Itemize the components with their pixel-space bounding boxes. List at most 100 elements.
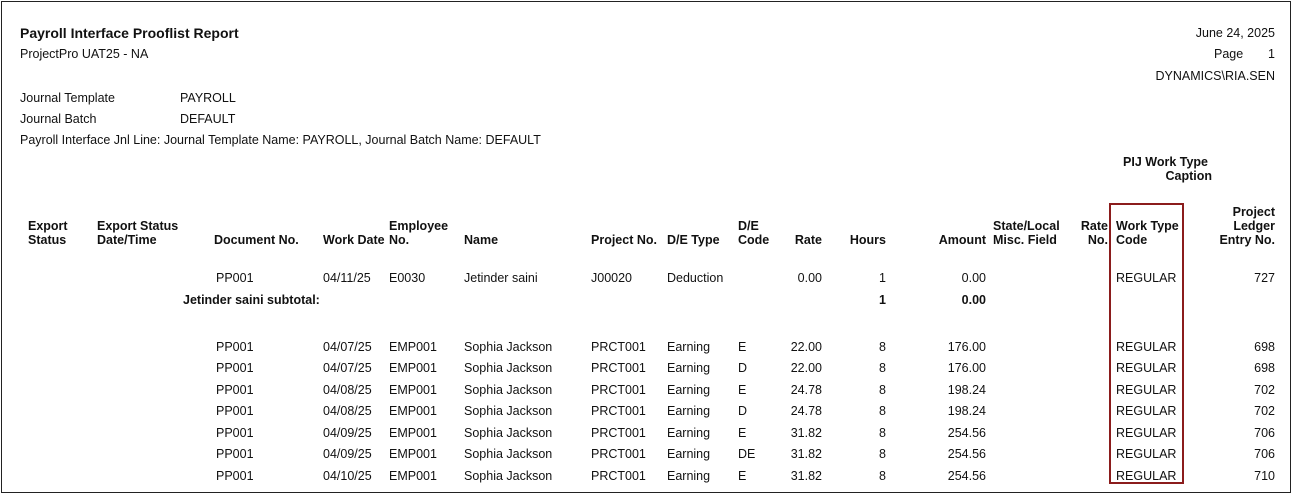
- cell-employee-no: EMP001: [389, 426, 437, 440]
- cell-hours: 8: [879, 469, 886, 483]
- table-row: PP001 04/08/25 EMP001 Sophia Jackson PRC…: [0, 404, 1294, 422]
- header-employee-line1: Employee: [389, 219, 449, 233]
- subtotal-row: Jetinder saini subtotal: 1 0.00: [0, 293, 1294, 311]
- cell-document-no: PP001: [216, 271, 254, 285]
- report-date: June 24, 2025: [1195, 26, 1275, 40]
- subtotal-label: Jetinder saini subtotal:: [183, 293, 320, 307]
- cell-de-type: Earning: [667, 426, 711, 440]
- header-rate-no: Rate No.: [1081, 219, 1108, 247]
- header-de-code-line2: Code: [738, 233, 770, 247]
- page-number: 1: [1268, 47, 1275, 61]
- cell-document-no: PP001: [216, 426, 254, 440]
- cell-amount: 0.00: [961, 271, 986, 285]
- cell-name: Jetinder saini: [464, 271, 538, 285]
- cell-employee-no: EMP001: [389, 383, 437, 397]
- cell-de-code: DE: [738, 447, 756, 461]
- header-export-datetime-line2: Date/Time: [97, 233, 157, 247]
- cell-hours: 8: [879, 404, 886, 418]
- journal-template-label: Journal Template: [20, 91, 115, 105]
- cell-employee-no: EMP001: [389, 404, 437, 418]
- cell-de-code: D: [738, 404, 748, 418]
- cell-project-no: J00020: [591, 271, 633, 285]
- header-amount: Amount: [938, 233, 986, 247]
- cell-work-date: 04/09/25: [323, 447, 372, 461]
- report-user: DYNAMICS\RIA.SEN: [1155, 69, 1275, 83]
- table-row: PP001 04/10/25 EMP001 Sophia Jackson PRC…: [0, 469, 1294, 487]
- cell-employee-no: EMP001: [389, 361, 437, 375]
- header-de-code: D/E Code: [738, 219, 769, 247]
- cell-work-date: 04/07/25: [323, 361, 372, 375]
- cell-work-date: 04/07/25: [323, 340, 372, 354]
- table-row: PP001 04/08/25 EMP001 Sophia Jackson PRC…: [0, 383, 1294, 401]
- cell-de-code: E: [738, 383, 747, 397]
- cell-de-code: E: [738, 340, 747, 354]
- cell-project-no: PRCT001: [591, 447, 646, 461]
- caption-line-1: PIJ Work Type: [1123, 155, 1208, 169]
- report-subtitle: ProjectPro UAT25 - NA: [20, 47, 149, 61]
- cell-project-no: PRCT001: [591, 404, 646, 418]
- journal-batch-label: Journal Batch: [20, 112, 97, 126]
- cell-hours: 1: [879, 271, 886, 285]
- cell-project-no: PRCT001: [591, 361, 646, 375]
- cell-name: Sophia Jackson: [464, 447, 553, 461]
- caption-line-2: Caption: [1165, 169, 1212, 183]
- cell-rate: 0.00: [797, 271, 822, 285]
- cell-document-no: PP001: [216, 469, 254, 483]
- cell-hours: 8: [879, 383, 886, 397]
- cell-ple: 706: [1254, 426, 1275, 440]
- header-rate-no-line2: No.: [1087, 233, 1108, 247]
- cell-project-no: PRCT001: [591, 383, 646, 397]
- cell-document-no: PP001: [216, 383, 254, 397]
- cell-amount: 176.00: [947, 361, 986, 375]
- header-project-no: Project No.: [591, 233, 657, 247]
- cell-project-no: PRCT001: [591, 469, 646, 483]
- cell-ple: 710: [1254, 469, 1275, 483]
- cell-project-no: PRCT001: [591, 426, 646, 440]
- journal-template-value: PAYROLL: [180, 91, 236, 105]
- cell-rate: 22.00: [790, 340, 822, 354]
- cell-de-type: Earning: [667, 447, 711, 461]
- header-export-datetime-line1: Export Status: [97, 219, 179, 233]
- cell-amount: 198.24: [947, 383, 986, 397]
- header-work-date: Work Date: [323, 233, 385, 247]
- cell-work-date: 04/08/25: [323, 383, 372, 397]
- cell-hours: 8: [879, 447, 886, 461]
- cell-rate: 24.78: [790, 404, 822, 418]
- subtotal-amount: 0.00: [961, 293, 986, 307]
- cell-amount: 198.24: [947, 404, 986, 418]
- table-row: PP001 04/09/25 EMP001 Sophia Jackson PRC…: [0, 447, 1294, 465]
- header-de-code-line1: D/E: [738, 219, 759, 233]
- filter-line: Payroll Interface Jnl Line: Journal Temp…: [20, 133, 541, 147]
- cell-de-type: Earning: [667, 383, 711, 397]
- header-state-line1: State/Local: [993, 219, 1060, 233]
- cell-name: Sophia Jackson: [464, 361, 553, 375]
- cell-ple: 727: [1254, 271, 1275, 285]
- cell-document-no: PP001: [216, 404, 254, 418]
- journal-batch-value: DEFAULT: [180, 112, 236, 126]
- subtotal-hours: 1: [879, 293, 886, 307]
- cell-hours: 8: [879, 361, 886, 375]
- header-ple-line2: Ledger: [1233, 219, 1275, 233]
- cell-employee-no: EMP001: [389, 469, 437, 483]
- cell-de-code: E: [738, 469, 747, 483]
- header-name: Name: [464, 233, 499, 247]
- cell-rate: 24.78: [790, 383, 822, 397]
- cell-document-no: PP001: [216, 340, 254, 354]
- page-label: Page: [1214, 47, 1244, 61]
- cell-amount: 254.56: [947, 447, 986, 461]
- header-ple-line1: Project: [1232, 205, 1275, 219]
- header-document-no: Document No.: [214, 233, 299, 247]
- cell-employee-no: EMP001: [389, 340, 437, 354]
- header-state-line2: Misc. Field: [993, 233, 1057, 247]
- cell-de-type: Deduction: [667, 271, 724, 285]
- table-row: PP001 04/07/25 EMP001 Sophia Jackson PRC…: [0, 361, 1294, 379]
- cell-rate: 22.00: [790, 361, 822, 375]
- cell-work-date: 04/08/25: [323, 404, 372, 418]
- cell-name: Sophia Jackson: [464, 404, 553, 418]
- cell-name: Sophia Jackson: [464, 383, 553, 397]
- report-title: Payroll Interface Prooflist Report: [20, 25, 239, 41]
- cell-hours: 8: [879, 340, 886, 354]
- cell-de-type: Earning: [667, 404, 711, 418]
- cell-de-code: E: [738, 426, 747, 440]
- cell-name: Sophia Jackson: [464, 469, 553, 483]
